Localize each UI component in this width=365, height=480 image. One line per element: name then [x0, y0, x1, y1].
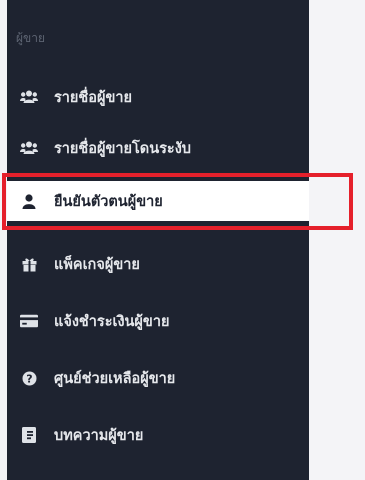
sidebar-item-label: ศูนย์ช่วยเหลือผู้ขาย	[54, 370, 176, 387]
user-icon	[20, 192, 38, 210]
sidebar-item-seller-articles[interactable]: บทความผู้ขาย	[7, 415, 309, 455]
credit-card-icon	[20, 312, 38, 330]
sidebar: ผู้ขาย รายชื่อผู้ขาย รายชื่อผู้ขายโดนระง…	[0, 0, 309, 480]
sidebar-item-label: ยืนยันตัวตนผู้ขาย	[54, 193, 163, 210]
sidebar-item-suspended-sellers[interactable]: รายชื่อผู้ขายโดนระงับ	[7, 128, 309, 168]
article-icon	[20, 426, 38, 444]
sidebar-item-label: แจ้งชำระเงินผู้ขาย	[54, 313, 170, 330]
sidebar-item-label: บทความผู้ขาย	[54, 427, 144, 444]
sidebar-left-edge	[0, 0, 7, 480]
sidebar-item-label: แพ็คเกจผู้ขาย	[54, 256, 140, 273]
sidebar-item-label: รายชื่อผู้ขายโดนระงับ	[54, 140, 191, 157]
gift-icon	[20, 255, 38, 273]
sidebar-item-label: รายชื่อผู้ขาย	[54, 89, 133, 106]
sidebar-section-header: ผู้ขาย	[16, 31, 46, 45]
sidebar-item-payment-notice[interactable]: แจ้งชำระเงินผู้ขาย	[7, 301, 309, 341]
svg-text:?: ?	[26, 372, 32, 385]
sidebar-item-help-center[interactable]: ? ศูนย์ช่วยเหลือผู้ขาย	[7, 358, 309, 398]
users-icon	[20, 88, 38, 106]
users-icon	[20, 139, 38, 157]
question-circle-icon: ?	[20, 369, 38, 387]
sidebar-item-seller-packages[interactable]: แพ็คเกจผู้ขาย	[7, 244, 309, 284]
sidebar-item-seller-list[interactable]: รายชื่อผู้ขาย	[7, 77, 309, 117]
sidebar-item-seller-verification[interactable]: ยืนยันตัวตนผู้ขาย	[7, 181, 309, 221]
